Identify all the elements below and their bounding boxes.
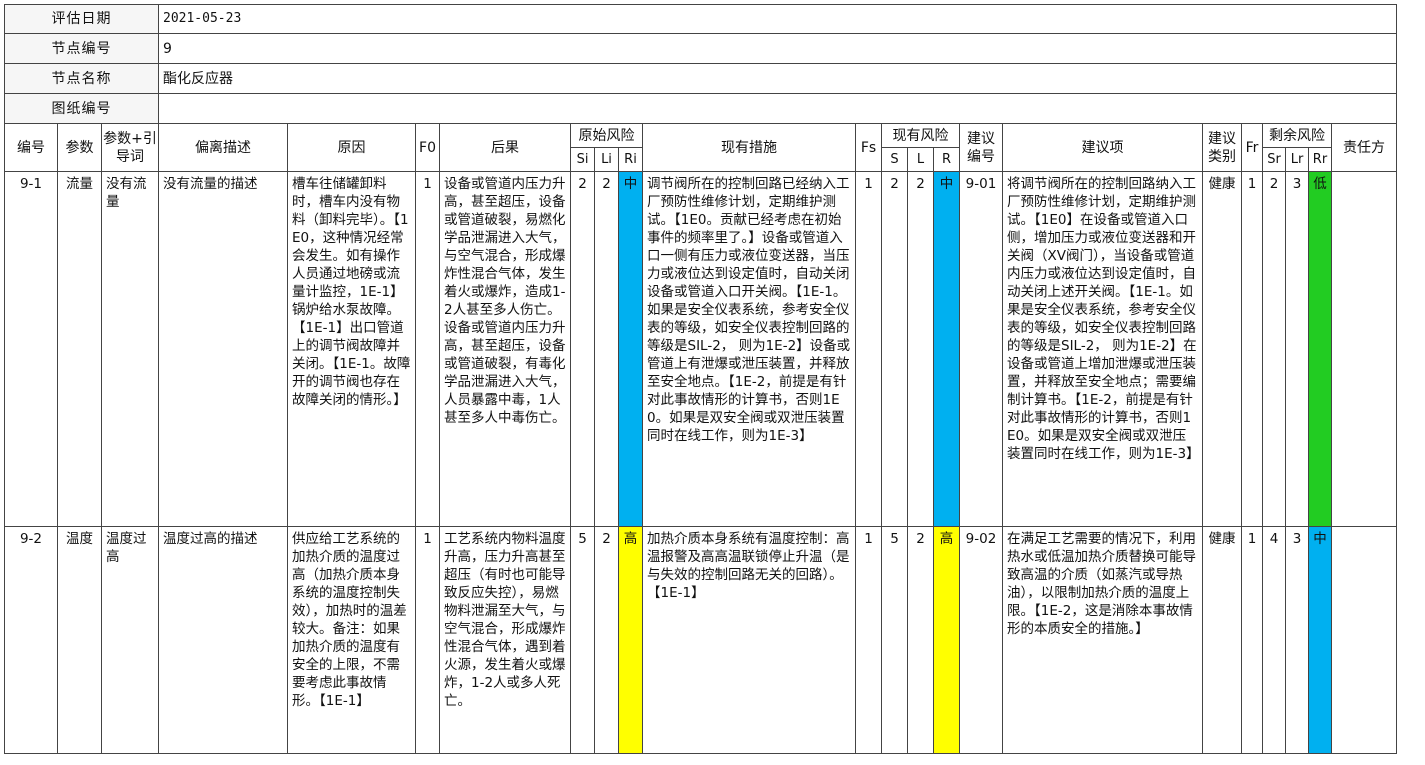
cell-deviation: 没有流量的描述 xyxy=(158,171,288,527)
cell-fr: 1 xyxy=(1241,171,1263,527)
cell-param: 流量 xyxy=(57,171,102,527)
cell-lr: 3 xyxy=(1285,526,1309,754)
meta-value xyxy=(158,93,1397,124)
header-id: 编号 xyxy=(4,123,58,172)
cell-recommendation: 将调节阀所在的控制回路纳入工厂预防性维修计划，定期维护测试。【1E0】在设备或管… xyxy=(1002,171,1203,527)
meta-row-node-id: 节点编号 9 xyxy=(4,33,1397,64)
cell-cause: 供应给工艺系统的加热介质的温度过高（加热介质本身系统的温度控制失效），加热时的温… xyxy=(287,526,416,754)
cell-consequence: 设备或管道内压力升高，甚至超压，设备或管道破裂，易燃化学品泄漏进入大气，与空气混… xyxy=(439,171,571,527)
cell-fs: 1 xyxy=(855,526,882,754)
header-rec-id: 建议编号 xyxy=(959,123,1003,172)
cell-guide: 没有流量 xyxy=(101,171,159,527)
header-current-risk: 现有风险 xyxy=(881,123,960,148)
cell-si: 2 xyxy=(570,171,595,527)
header-consequence: 后果 xyxy=(439,123,571,172)
cell-f0: 1 xyxy=(415,171,440,527)
cell-owner xyxy=(1331,526,1397,754)
cell-l: 2 xyxy=(907,171,934,527)
header-guide: 参数+引导词 xyxy=(101,123,159,172)
cell-ri: 中 xyxy=(618,171,643,527)
header-rec-type: 建议类别 xyxy=(1202,123,1242,172)
header-l: L xyxy=(907,147,934,172)
meta-label: 节点编号 xyxy=(4,33,159,64)
meta-row-drawing-no: 图纸编号 xyxy=(4,93,1397,124)
header-li: Li xyxy=(594,147,619,172)
cell-li: 2 xyxy=(594,171,619,527)
cell-f0: 1 xyxy=(415,526,440,754)
meta-label: 评估日期 xyxy=(4,4,159,34)
meta-label: 图纸编号 xyxy=(4,93,159,124)
header-f0: F0 xyxy=(415,123,440,172)
table-row: 9-2 温度 温度过高 温度过高的描述 供应给工艺系统的加热介质的温度过高（加热… xyxy=(4,526,1397,754)
header-original-risk: 原始风险 xyxy=(570,123,643,148)
meta-value: 2021-05-23 xyxy=(158,4,1397,34)
cell-measures: 加热介质本身系统有温度控制：高温报警及高高温联锁停止升温（是与失效的控制回路无关… xyxy=(642,526,856,754)
cell-sr: 2 xyxy=(1262,171,1286,527)
cell-deviation: 温度过高的描述 xyxy=(158,526,288,754)
cell-ri: 高 xyxy=(618,526,643,754)
header-residual-risk: 剩余风险 xyxy=(1262,123,1332,148)
cell-cause: 槽车往储罐卸料时，槽车内没有物料（卸料完毕）。【1E0，这种情况经常会发生。如有… xyxy=(287,171,416,527)
cell-li: 2 xyxy=(594,526,619,754)
cell-rec-id: 9-02 xyxy=(959,526,1003,754)
cell-sr: 4 xyxy=(1262,526,1286,754)
cell-owner xyxy=(1331,171,1397,527)
meta-label: 节点名称 xyxy=(4,63,159,94)
header-r: R xyxy=(933,147,960,172)
header-param: 参数 xyxy=(57,123,102,172)
cell-s: 5 xyxy=(881,526,908,754)
meta-value: 9 xyxy=(158,33,1397,64)
header-measures: 现有措施 xyxy=(642,123,856,172)
cell-id: 9-2 xyxy=(4,526,58,754)
header-si: Si xyxy=(570,147,595,172)
header-ri: Ri xyxy=(618,147,643,172)
cell-fr: 1 xyxy=(1241,526,1263,754)
table-row: 9-1 流量 没有流量 没有流量的描述 槽车往储罐卸料时，槽车内没有物料（卸料完… xyxy=(4,171,1397,527)
cell-rr: 低 xyxy=(1308,171,1332,527)
cell-guide: 温度过高 xyxy=(101,526,159,754)
cell-recommendation: 在满足工艺需要的情况下，利用热水或低温加热介质替换可能导致高温的介质（如蒸汽或导… xyxy=(1002,526,1203,754)
column-header-row: 编号 参数 参数+引导词 偏离描述 原因 F0 后果 原始风险 现有措施 Fs … xyxy=(4,123,1397,172)
cell-measures: 调节阀所在的控制回路已经纳入工厂预防性维修计划，定期维护测试。【1E0。贡献已经… xyxy=(642,171,856,527)
cell-rec-type: 健康 xyxy=(1202,171,1242,527)
header-recommendation: 建议项 xyxy=(1002,123,1203,172)
cell-fs: 1 xyxy=(855,171,882,527)
meta-row-node-name: 节点名称 酯化反应器 xyxy=(4,63,1397,94)
meta-row-date: 评估日期 2021-05-23 xyxy=(4,4,1397,34)
header-lr: Lr xyxy=(1285,147,1309,172)
header-fr: Fr xyxy=(1241,123,1263,172)
cell-si: 5 xyxy=(570,526,595,754)
cell-rr: 中 xyxy=(1308,526,1332,754)
cell-id: 9-1 xyxy=(4,171,58,527)
cell-r: 中 xyxy=(933,171,960,527)
hazop-worksheet: 评估日期 2021-05-23 节点编号 9 节点名称 酯化反应器 图纸编号 编… xyxy=(4,4,1397,754)
cell-r: 高 xyxy=(933,526,960,754)
cell-rec-type: 健康 xyxy=(1202,526,1242,754)
cell-consequence: 工艺系统内物料温度升高，压力升高甚至超压（有时也可能导致反应失控），易燃物料泄漏… xyxy=(439,526,571,754)
header-rr: Rr xyxy=(1308,147,1332,172)
header-owner: 责任方 xyxy=(1331,123,1397,172)
header-sr: Sr xyxy=(1262,147,1286,172)
cell-s: 2 xyxy=(881,171,908,527)
header-cause: 原因 xyxy=(287,123,416,172)
header-deviation: 偏离描述 xyxy=(158,123,288,172)
cell-lr: 3 xyxy=(1285,171,1309,527)
header-s: S xyxy=(881,147,908,172)
cell-param: 温度 xyxy=(57,526,102,754)
meta-value: 酯化反应器 xyxy=(158,63,1397,94)
cell-l: 2 xyxy=(907,526,934,754)
header-fs: Fs xyxy=(855,123,882,172)
cell-rec-id: 9-01 xyxy=(959,171,1003,527)
